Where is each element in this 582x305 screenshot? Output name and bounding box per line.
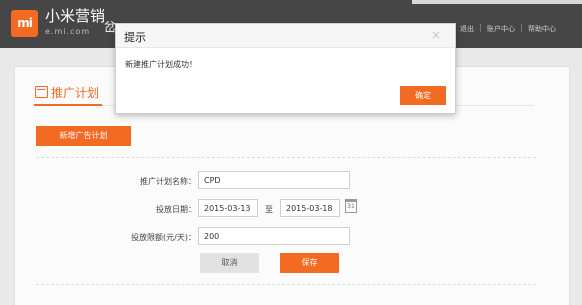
divider xyxy=(480,24,481,32)
date-picker-icon[interactable]: 31 xyxy=(345,199,357,213)
confirm-button[interactable]: 确定 xyxy=(400,86,446,105)
save-button[interactable]: 保存 xyxy=(280,253,339,273)
start-date-input[interactable] xyxy=(198,199,258,217)
section-divider-bottom xyxy=(36,284,536,285)
dialog-header: 提示 × xyxy=(116,24,455,48)
budget-input[interactable] xyxy=(198,227,350,245)
notice-dialog: 提示 × 新建推广计划成功！ 确定 xyxy=(115,23,456,114)
section-divider xyxy=(36,157,536,158)
brand-subtitle: e.mi.com xyxy=(45,27,91,36)
top-links: 退出 账户中心 帮助中心 xyxy=(460,24,556,34)
tab-active-underline xyxy=(34,104,102,106)
mi-logo[interactable]: mi xyxy=(11,10,38,37)
date-to-label: 至 xyxy=(265,205,273,214)
account-center-link[interactable]: 账户中心 xyxy=(487,24,515,34)
close-icon[interactable]: × xyxy=(431,28,441,42)
logo-text: mi xyxy=(17,16,33,30)
logout-link[interactable]: 退出 xyxy=(460,24,474,34)
date-label: 投放日期： xyxy=(156,205,196,214)
help-center-link[interactable]: 帮助中心 xyxy=(528,24,556,34)
budget-label: 投放限额(元/天)： xyxy=(131,233,196,242)
plan-name-label: 推广计划名称： xyxy=(140,177,196,186)
plan-name-input[interactable] xyxy=(198,171,350,189)
add-plan-button[interactable]: 新增广告计划 xyxy=(36,126,131,146)
dialog-title: 提示 xyxy=(124,31,146,44)
tab-plan[interactable]: 推广计划 xyxy=(51,84,99,101)
end-date-input[interactable] xyxy=(280,199,340,217)
dialog-message: 新建推广计划成功！ xyxy=(125,60,197,69)
calendar-icon xyxy=(35,86,48,98)
top-strip xyxy=(412,0,582,4)
divider xyxy=(521,24,522,32)
brand-title: 小米营销 xyxy=(45,7,106,25)
cancel-button[interactable]: 取消 xyxy=(200,253,259,273)
